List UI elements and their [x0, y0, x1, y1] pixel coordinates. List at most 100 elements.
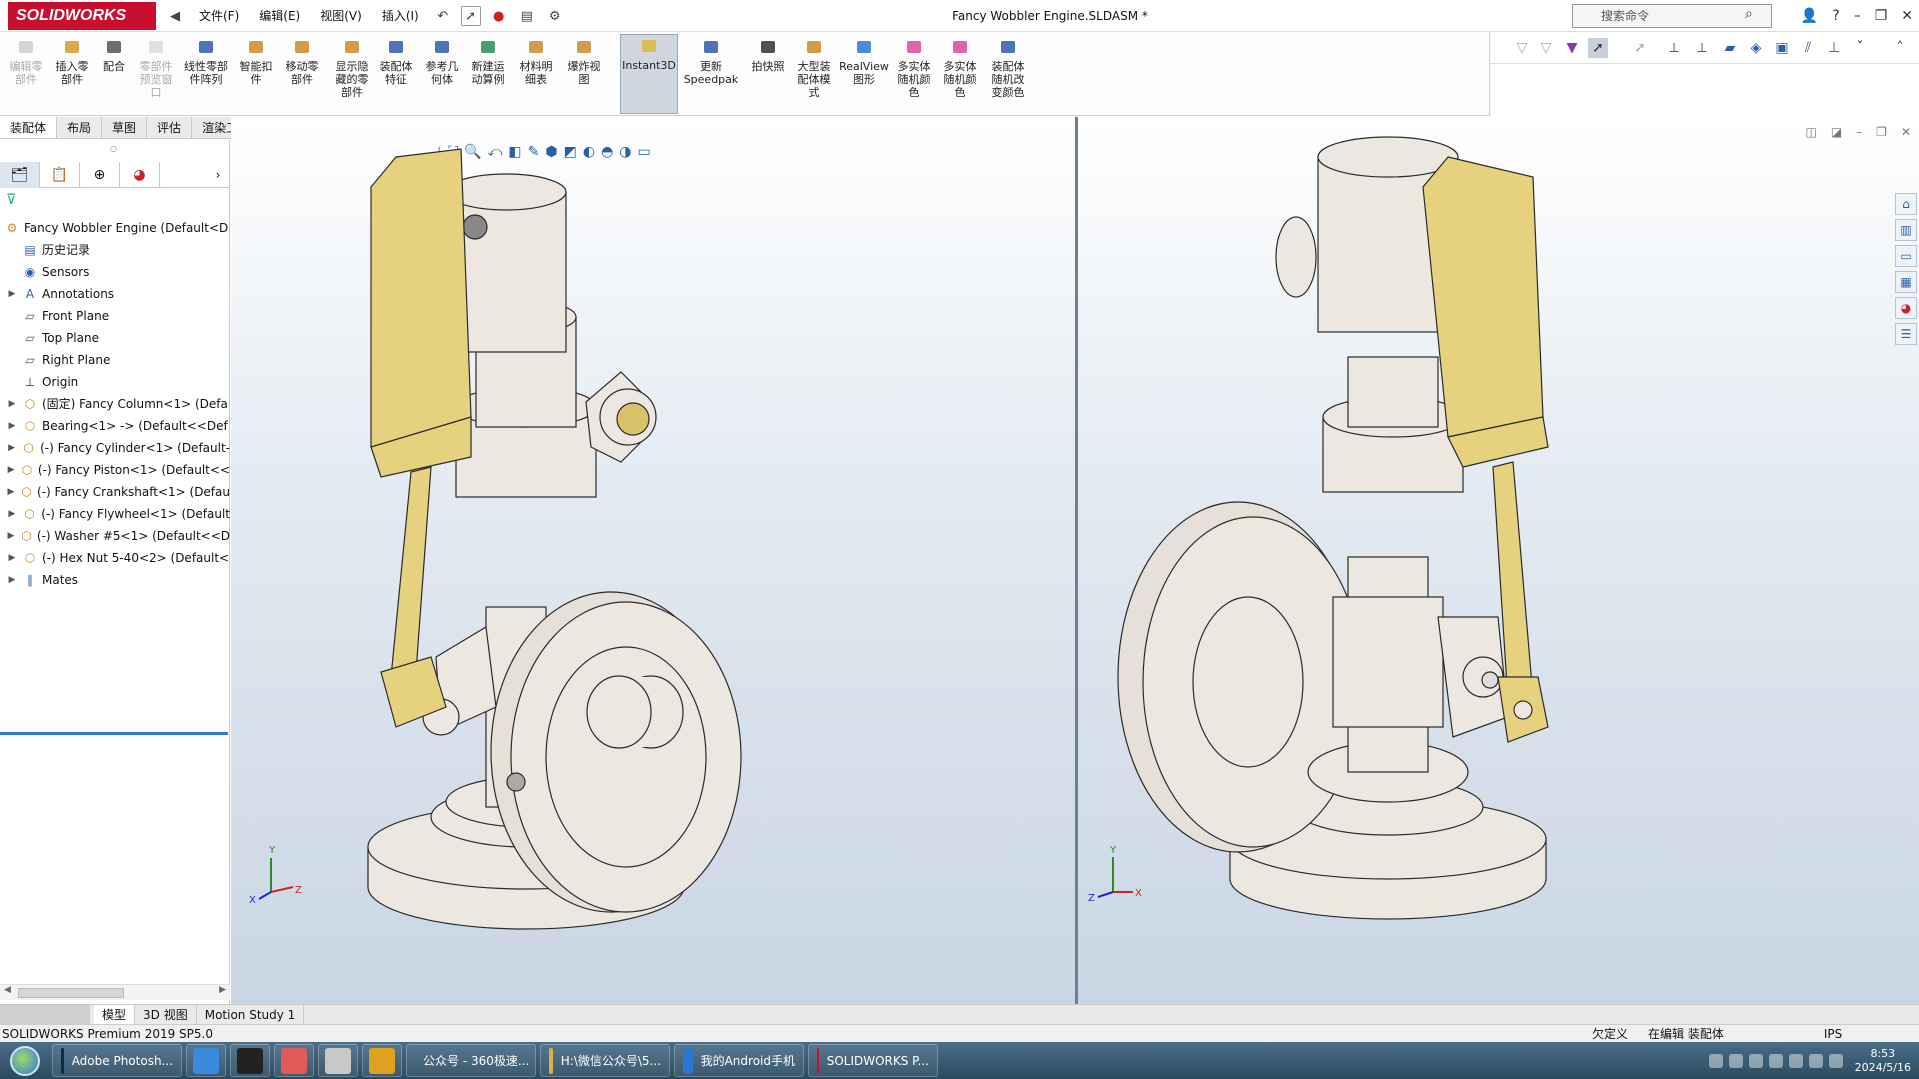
expand-arrow-icon[interactable]: ▶: [6, 437, 17, 459]
filter-icon[interactable]: ▽: [1512, 38, 1532, 58]
collapse-ribbon-icon[interactable]: ˄: [1890, 38, 1910, 58]
ribbon-button-realview[interactable]: RealView 图形: [838, 36, 890, 86]
filter-edges-icon[interactable]: ▼: [1562, 38, 1582, 58]
minimize-icon[interactable]: –: [1854, 8, 1861, 24]
tree-item[interactable]: ▱ Front Plane: [0, 305, 230, 327]
ribbon-button-edit-component[interactable]: 编辑零 部件: [4, 36, 48, 86]
ribbon-button-random-color-2[interactable]: 多实体 随机颜 色: [938, 36, 982, 99]
feature-manager-tab[interactable]: 🗂: [0, 162, 40, 188]
rollback-bar[interactable]: [0, 732, 228, 735]
reference-point-icon[interactable]: ⟂: [1664, 38, 1684, 58]
tree-item[interactable]: ▶ ∥ Mates: [0, 569, 230, 591]
taskbar-pinned-app[interactable]: [186, 1044, 226, 1077]
filter-faces-icon[interactable]: ▽: [1536, 38, 1556, 58]
ribbon-button-bom[interactable]: 材料明 细表: [514, 36, 558, 86]
tree-item[interactable]: ▶ ⬡ (-) Fancy Flywheel<1> (Default: [0, 503, 230, 525]
taskbar-app-photoshop[interactable]: Adobe Photosh...: [52, 1044, 182, 1077]
taskbar-app-solidworks[interactable]: SOLIDWORKS P...: [808, 1044, 938, 1077]
command-tab-2[interactable]: 草图: [102, 117, 148, 138]
command-tab-0[interactable]: 装配体: [0, 117, 58, 138]
menu-view[interactable]: 视图(V): [311, 0, 371, 32]
assembly-box-icon[interactable]: ▣: [1772, 38, 1792, 58]
tree-item[interactable]: ▶ ⬡ (-) Fancy Cylinder<1> (Default-: [0, 437, 230, 459]
file-properties-icon[interactable]: ▤: [517, 6, 537, 26]
ribbon-button-smart-fasteners[interactable]: 智能扣 件: [236, 36, 276, 86]
volume-icon[interactable]: [1788, 1053, 1803, 1068]
ribbon-button-linear-pattern[interactable]: 线性零部 件阵列: [178, 36, 234, 86]
taskbar-pinned-app[interactable]: [230, 1044, 270, 1077]
taskbar-app-phone[interactable]: 我的Android手机: [674, 1044, 804, 1077]
expand-arrow-icon[interactable]: ▶: [6, 525, 16, 547]
tree-item[interactable]: ◉ Sensors: [0, 261, 230, 283]
user-icon[interactable]: 👤: [1801, 8, 1818, 24]
select-icon[interactable]: ➚: [460, 6, 481, 26]
taskbar-app-folder[interactable]: H:\微信公众号\5...: [540, 1044, 670, 1077]
expand-arrow-icon[interactable]: ▶: [6, 459, 16, 481]
ribbon-button-assembly-random-color[interactable]: 装配体 随机改 变颜色: [984, 36, 1032, 99]
tree-item[interactable]: ⊥ Origin: [0, 371, 230, 393]
tab-3d-views[interactable]: 3D 视图: [135, 1004, 197, 1025]
ribbon-button-instant3d[interactable]: Instant3D: [620, 34, 678, 114]
graph-icon[interactable]: ⫽: [1798, 38, 1818, 58]
panel-grip-icon[interactable]: ○: [110, 144, 117, 153]
chevron-down-icon[interactable]: ˇ: [1850, 38, 1870, 58]
ribbon-button-insert-component[interactable]: 插入零 部件: [50, 36, 94, 86]
horizontal-scrollbar[interactable]: ◀ ▶: [0, 984, 230, 1000]
tree-item[interactable]: ▶ ⬡ (-) Fancy Piston<1> (Default<<: [0, 459, 230, 481]
ribbon-button-large-assembly[interactable]: 大型装 配体模 式: [790, 36, 838, 99]
keyboard-icon[interactable]: [1708, 1053, 1723, 1068]
property-manager-tab[interactable]: 📋: [40, 162, 80, 188]
command-tab-1[interactable]: 布局: [57, 117, 103, 138]
menu-expand-arrow-icon[interactable]: ◀: [165, 6, 185, 26]
flag-icon[interactable]: [1808, 1053, 1823, 1068]
expand-arrow-icon[interactable]: ▶: [6, 393, 18, 415]
tree-item[interactable]: ▱ Right Plane: [0, 349, 230, 371]
ribbon-button-new-motion-study[interactable]: 新建运 动算例: [466, 36, 510, 86]
ribbon-button-mate[interactable]: 配合: [96, 36, 132, 73]
clock[interactable]: 8:53 2024/5/16: [1855, 1047, 1911, 1075]
start-button[interactable]: [0, 1042, 50, 1079]
display-manager-tab[interactable]: ◕: [120, 162, 160, 188]
graphics-viewport-right[interactable]: ◫ ◪ – ❐ ✕ ⌂ ▥ ▭ ▦ ◕ ☰ Y X Z: [1078, 117, 1919, 1004]
tray-chevron-icon[interactable]: [1728, 1053, 1743, 1068]
expand-arrow-icon[interactable]: ▶: [6, 481, 16, 503]
mate-reference-icon[interactable]: ◈: [1746, 38, 1766, 58]
ribbon-button-show-hidden[interactable]: 显示隐 藏的零 部件: [328, 36, 376, 99]
scrollbar-thumb[interactable]: [18, 988, 124, 998]
ribbon-button-component-preview[interactable]: 零部件 预览窗 口: [136, 36, 176, 99]
ribbon-button-snapshot[interactable]: 拍快照: [748, 36, 788, 73]
tree-item[interactable]: ▱ Top Plane: [0, 327, 230, 349]
network-icon[interactable]: [1748, 1053, 1763, 1068]
reference-axis-icon[interactable]: ⟂: [1692, 38, 1712, 58]
ribbon-button-assembly-features[interactable]: 装配体 特征: [374, 36, 418, 86]
tree-item[interactable]: ▤ 历史记录: [0, 239, 230, 261]
taskbar-pinned-app[interactable]: [274, 1044, 314, 1077]
wechat-icon[interactable]: [1768, 1053, 1783, 1068]
tree-item[interactable]: ▶ ⬡ Bearing<1> -> (Default<<Def: [0, 415, 230, 437]
units-selector[interactable]: IPS: [1824, 1025, 1842, 1043]
ribbon-button-exploded-view[interactable]: 爆炸视 图: [562, 36, 606, 86]
select-other-icon[interactable]: ➚: [1630, 38, 1650, 58]
menu-edit[interactable]: 编辑(E): [250, 0, 309, 32]
tree-item[interactable]: ▶ ⬡ (固定) Fancy Column<1> (Defa: [0, 393, 230, 415]
menu-insert[interactable]: 插入(I): [373, 0, 428, 32]
configuration-manager-tab[interactable]: ⊕: [80, 162, 120, 188]
tree-root-assembly[interactable]: ⚙ Fancy Wobbler Engine (Default<D: [0, 217, 230, 239]
expand-arrow-icon[interactable]: ▶: [6, 503, 18, 525]
tree-item[interactable]: ▶ A Annotations: [0, 283, 230, 305]
command-tab-3[interactable]: 评估: [147, 117, 193, 138]
tab-model[interactable]: 模型: [94, 1004, 136, 1025]
tree-item[interactable]: ▶ ⬡ (-) Washer #5<1> (Default<<D: [0, 525, 230, 547]
taskbar-pinned-app[interactable]: [318, 1044, 358, 1077]
coordinate-system-icon[interactable]: ⊥: [1824, 38, 1844, 58]
rebuild-icon[interactable]: ●: [489, 6, 509, 26]
ribbon-button-reference-geometry[interactable]: 参考几 何体: [420, 36, 464, 86]
input-method-icon[interactable]: [1828, 1053, 1843, 1068]
restore-icon[interactable]: ❐: [1875, 8, 1888, 24]
ribbon-button-speedpak[interactable]: 更新 Speedpak: [680, 36, 742, 86]
graphics-viewport-left[interactable]: ⤓ ⛶ 🔍 ⤺ ◧ ✎ ⬢ ◩ ◐ ◓ ◑ ▭: [231, 117, 1075, 1004]
ribbon-button-random-color[interactable]: 多实体 随机颜 色: [892, 36, 936, 99]
reference-plane-icon[interactable]: ▰: [1720, 38, 1740, 58]
close-icon[interactable]: ✕: [1901, 8, 1913, 24]
taskbar-pinned-app[interactable]: [362, 1044, 402, 1077]
